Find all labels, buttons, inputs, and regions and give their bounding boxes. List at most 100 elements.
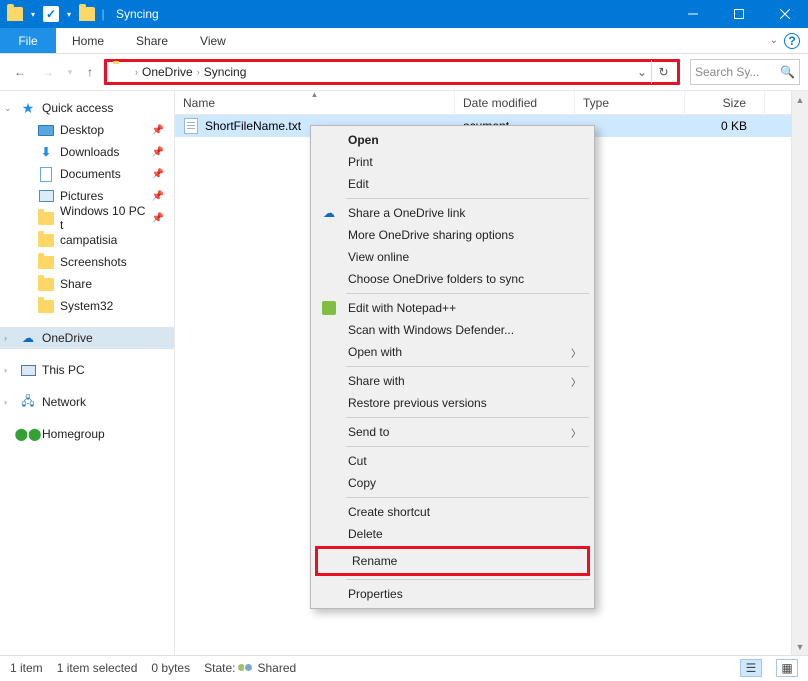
menu-share-with[interactable]: Share with〉 [314, 370, 591, 392]
people-icon [239, 663, 253, 672]
maximize-button[interactable] [716, 0, 762, 28]
chevron-right-icon[interactable]: › [4, 333, 7, 343]
sidebar-item-share[interactable]: Share [0, 273, 174, 295]
pin-icon: 📌 [152, 125, 164, 136]
sidebar-item-win10pc[interactable]: Windows 10 PC t📌 [0, 207, 174, 229]
title-sep-icon: | [100, 3, 106, 25]
pin-icon: 📌 [152, 147, 164, 158]
help-icon[interactable]: ? [784, 33, 800, 49]
search-icon[interactable]: 🔍 [780, 65, 795, 79]
desktop-icon [38, 122, 54, 138]
menu-copy[interactable]: Copy [314, 472, 591, 494]
sidebar-onedrive[interactable]: › ☁ OneDrive [0, 327, 174, 349]
document-icon [38, 166, 54, 182]
menu-properties[interactable]: Properties [314, 583, 591, 605]
address-folder-icon [113, 64, 131, 80]
menu-scan-defender[interactable]: Scan with Windows Defender... [314, 319, 591, 341]
sidebar-item-downloads[interactable]: ⬇Downloads📌 [0, 141, 174, 163]
qat-dropdown-icon[interactable]: ▾ [28, 3, 38, 25]
back-button[interactable]: ← [8, 60, 32, 84]
menu-print[interactable]: Print [314, 151, 591, 173]
address-dropdown-icon[interactable]: ⌄ [633, 65, 651, 79]
menu-send-to[interactable]: Send to〉 [314, 421, 591, 443]
pin-icon: 📌 [152, 169, 164, 180]
menu-create-shortcut[interactable]: Create shortcut [314, 501, 591, 523]
view-large-icons-button[interactable]: ▦ [776, 659, 798, 677]
scroll-up-icon[interactable]: ▲ [792, 91, 808, 108]
column-headers: Name Date modified Type Size [175, 91, 808, 115]
breadcrumb-syncing[interactable]: Syncing [200, 65, 251, 79]
folder-icon [38, 232, 54, 248]
column-name[interactable]: Name [175, 91, 455, 114]
file-name: ShortFileName.txt [205, 119, 301, 133]
sidebar-item-system32[interactable]: System32 [0, 295, 174, 317]
status-bytes: 0 bytes [151, 661, 190, 675]
status-state: State: Shared [204, 661, 296, 675]
menu-rename[interactable]: Rename [318, 549, 587, 573]
window-title: Syncing [116, 7, 159, 21]
qat-dropdown2-icon[interactable]: ▾ [64, 3, 74, 25]
forward-button[interactable]: → [36, 60, 60, 84]
pc-icon [20, 362, 36, 378]
menu-more-onedrive-sharing[interactable]: More OneDrive sharing options [314, 224, 591, 246]
menu-open[interactable]: Open [314, 129, 591, 151]
view-details-button[interactable]: ☰ [740, 659, 762, 677]
folder-icon [38, 276, 54, 292]
ribbon: File Home Share View ⌄ ? [0, 28, 808, 54]
sidebar-item-campatisia[interactable]: campatisia [0, 229, 174, 251]
navigation-pane: ⌄ ★ Quick access Desktop📌 ⬇Downloads📌 Do… [0, 91, 175, 655]
menu-restore-versions[interactable]: Restore previous versions [314, 392, 591, 414]
sidebar-homegroup[interactable]: ⬤⬤ Homegroup [0, 423, 174, 445]
column-size[interactable]: Size [685, 91, 765, 114]
sidebar-quick-access[interactable]: ⌄ ★ Quick access [0, 97, 174, 119]
tab-home[interactable]: Home [56, 28, 120, 53]
menu-choose-sync-folders[interactable]: Choose OneDrive folders to sync [314, 268, 591, 290]
qat-properties-button[interactable]: ✓ [40, 3, 62, 25]
sidebar-item-screenshots[interactable]: Screenshots [0, 251, 174, 273]
status-selected-count: 1 item selected [57, 661, 138, 675]
status-bar: 1 item 1 item selected 0 bytes State: Sh… [0, 655, 808, 679]
sidebar-item-desktop[interactable]: Desktop📌 [0, 119, 174, 141]
folder-icon [38, 298, 54, 314]
folder-icon [38, 254, 54, 270]
context-menu: Open Print Edit ☁Share a OneDrive link M… [310, 125, 595, 609]
tab-share[interactable]: Share [120, 28, 184, 53]
menu-open-with[interactable]: Open with〉 [314, 341, 591, 363]
sidebar-item-documents[interactable]: Documents📌 [0, 163, 174, 185]
file-tab[interactable]: File [0, 28, 56, 53]
tab-view[interactable]: View [184, 28, 242, 53]
sidebar-network[interactable]: › 🖧 Network [0, 391, 174, 413]
menu-edit-notepadpp[interactable]: Edit with Notepad++ [314, 297, 591, 319]
vertical-scrollbar[interactable]: ▲ ▼ [791, 91, 808, 655]
chevron-right-icon[interactable]: › [4, 365, 7, 375]
minimize-button[interactable] [670, 0, 716, 28]
refresh-button[interactable]: ↻ [651, 60, 675, 84]
sidebar-this-pc[interactable]: › This PC [0, 359, 174, 381]
close-button[interactable] [762, 0, 808, 28]
chevron-right-icon: 〉 [571, 425, 581, 440]
search-input[interactable]: Search Sy... 🔍 [690, 59, 800, 85]
menu-share-onedrive-link[interactable]: ☁Share a OneDrive link [314, 202, 591, 224]
star-icon: ★ [20, 100, 36, 116]
recent-dropdown-icon[interactable]: ▾ [64, 60, 76, 84]
onedrive-icon: ☁ [20, 330, 36, 346]
menu-edit[interactable]: Edit [314, 173, 591, 195]
menu-cut[interactable]: Cut [314, 450, 591, 472]
pin-icon: 📌 [152, 213, 164, 224]
menu-delete[interactable]: Delete [314, 523, 591, 545]
chevron-down-icon[interactable]: ⌄ [4, 103, 12, 114]
chevron-right-icon: 〉 [571, 374, 581, 389]
quick-access-toolbar: ▾ ✓ ▾ | [0, 3, 110, 25]
breadcrumb-onedrive[interactable]: OneDrive [138, 65, 197, 79]
scroll-down-icon[interactable]: ▼ [792, 638, 808, 655]
search-placeholder: Search Sy... [695, 65, 759, 79]
notepadpp-icon [320, 301, 338, 315]
chevron-right-icon[interactable]: › [4, 397, 7, 407]
column-type[interactable]: Type [575, 91, 685, 114]
nav-bar: ← → ▾ ↑ › OneDrive › Syncing ⌄ ↻ Search … [0, 54, 808, 90]
address-bar[interactable]: › OneDrive › Syncing ⌄ ↻ [104, 59, 680, 85]
menu-view-online[interactable]: View online [314, 246, 591, 268]
ribbon-expand-icon[interactable]: ⌄ [770, 35, 778, 46]
up-button[interactable]: ↑ [80, 60, 100, 84]
column-date[interactable]: Date modified [455, 91, 575, 114]
